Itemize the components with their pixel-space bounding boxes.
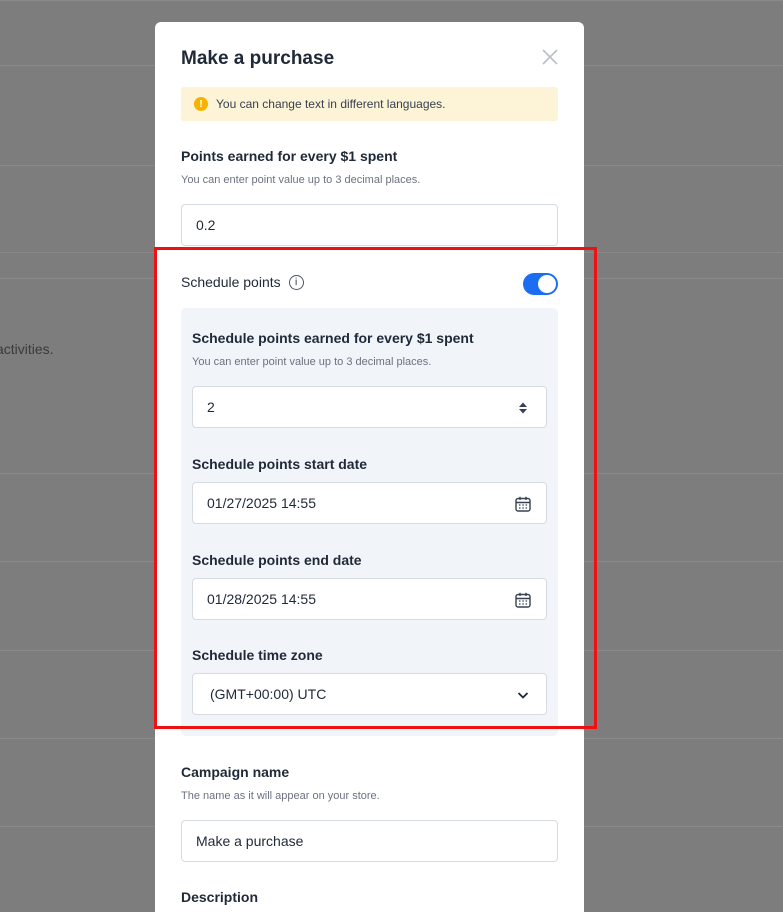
highlight-box [154,247,597,729]
points-earned-help: You can enter point value up to 3 decima… [181,174,421,186]
close-icon[interactable] [541,48,559,66]
points-earned-value: 0.2 [196,217,216,233]
campaign-name-label: Campaign name [181,764,290,780]
language-notice: ! You can change text in different langu… [181,87,558,121]
warning-circle-icon: ! [194,97,208,111]
modal-title: Make a purchase [181,48,335,69]
bg-partial-text: activities. [0,341,54,357]
campaign-name-value: Make a purchase [196,833,304,849]
points-earned-input[interactable]: 0.2 [181,204,558,246]
campaign-name-help: The name as it will appear on your store… [181,790,380,802]
campaign-name-input[interactable]: Make a purchase [181,820,558,862]
notice-text: You can change text in different languag… [216,97,446,111]
points-earned-label: Points earned for every $1 spent [181,148,398,164]
bg-divider [0,0,783,1]
description-label: Description [181,889,259,905]
